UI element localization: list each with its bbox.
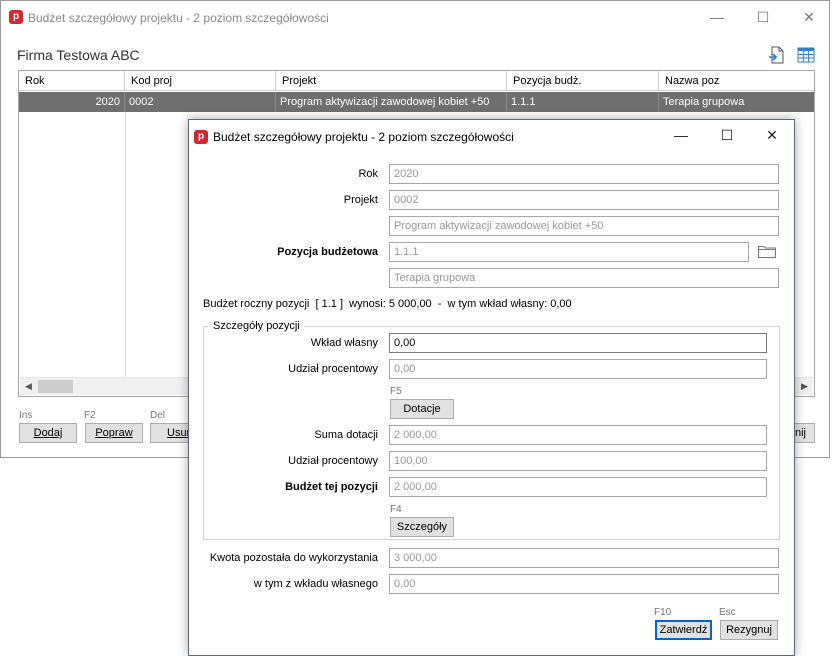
details-group-title: Szczegóły pozycji <box>209 320 304 332</box>
column-divider <box>125 112 126 378</box>
column-header-pozycja[interactable]: Pozycja budż. <box>507 71 659 91</box>
hint-esc: Esc <box>719 607 736 618</box>
projekt-code-field[interactable]: 0002 <box>389 190 779 210</box>
scroll-thumb[interactable] <box>38 380 73 393</box>
wklad-wlasny-label: w tym z wkładu własnego <box>253 578 378 590</box>
column-header-nazwa-poz[interactable]: Nazwa poz <box>659 71 814 91</box>
wklad-input[interactable]: 0,00 <box>389 333 767 353</box>
suma-field[interactable]: 2 000,00 <box>389 425 767 445</box>
dialog-minimize-button[interactable]: — <box>659 123 703 147</box>
dotacje-button-label: Dotacje <box>403 403 441 415</box>
cell-nazwa: Terapia grupowa <box>663 96 745 108</box>
szczegoly-button-label: Szczegóły <box>396 521 448 533</box>
pozycja-field[interactable]: 1.1.1 <box>389 242 749 262</box>
firm-name: Firma Testowa ABC <box>17 47 140 63</box>
resign-button[interactable]: Rezygnuj <box>720 620 778 640</box>
main-maximize-button[interactable]: ☐ <box>743 5 783 29</box>
hint-ins: Ins <box>19 410 33 421</box>
confirm-button[interactable]: Zatwierdź <box>655 620 712 640</box>
projekt-label: Projekt <box>343 194 378 206</box>
column-header-kod-proj[interactable]: Kod proj <box>125 71 276 91</box>
hint-f5: F5 <box>390 386 402 397</box>
udzial2-field[interactable]: 100,00 <box>389 451 767 471</box>
edit-button-label: Popraw <box>95 427 133 439</box>
dialog-title: Budżet szczegółowy projektu - 2 poziom s… <box>213 130 514 144</box>
projekt-name-field[interactable]: Program aktywizacji zawodowej kobiet +50 <box>389 216 779 236</box>
column-header-rok[interactable]: Rok <box>19 71 125 91</box>
budzet-field[interactable]: 2 000,00 <box>389 477 767 497</box>
cell-pozycja: 1.1.1 <box>507 92 659 112</box>
dialog-maximize-button[interactable]: ☐ <box>705 123 749 147</box>
suma-label: Suma dotacji <box>314 429 378 441</box>
kwota-label: Kwota pozostała do wykorzystania <box>209 552 378 564</box>
dialog-close-button[interactable]: ✕ <box>750 123 794 147</box>
budzet-label: Budżet tej pozycji <box>285 481 378 493</box>
cancel-button-partial-label: nij <box>794 427 806 439</box>
dialog-app-logo-icon: p <box>194 130 208 144</box>
folder-browse-icon[interactable] <box>758 245 776 259</box>
edit-button[interactable]: Popraw <box>85 423 143 443</box>
main-window-title: Budżet szczegółowy projektu - 2 poziom s… <box>28 11 329 25</box>
confirm-button-label: Zatwierdź <box>659 624 708 636</box>
cell-kod: 0002 <box>125 92 276 112</box>
app-logo-icon: p <box>9 10 23 24</box>
wklad-label: Wkład własny <box>310 337 378 349</box>
cell-projekt: Program aktywizacji zawodowej kobiet +50 <box>276 92 507 112</box>
udzial1-label: Udział procentowy <box>288 363 378 375</box>
wklad-wlasny-field[interactable]: 0,00 <box>389 574 779 594</box>
main-titlebar[interactable]: p Budżet szczegółowy projektu - 2 poziom… <box>1 1 829 33</box>
udzial1-field[interactable]: 0,00 <box>389 359 767 379</box>
add-button[interactable]: Dodaj <box>19 423 77 443</box>
scroll-right-icon[interactable]: ▶ <box>796 378 813 395</box>
kwota-field[interactable]: 3 000,00 <box>389 548 779 568</box>
hint-del: Del <box>150 410 166 421</box>
resign-button-label: Rezygnuj <box>726 624 772 636</box>
hint-f10: F10 <box>654 607 672 618</box>
pozycja-label: Pozycja budżetowa <box>277 246 378 258</box>
hint-f2: F2 <box>84 410 96 421</box>
position-dialog: p Budżet szczegółowy projektu - 2 poziom… <box>188 119 795 656</box>
column-header-projekt[interactable]: Projekt <box>276 71 507 91</box>
rok-label: Rok <box>358 168 378 180</box>
budget-info-text: Budżet roczny pozycji [ 1.1 ] wynosi: 5 … <box>203 298 572 310</box>
main-minimize-button[interactable]: — <box>697 5 737 29</box>
table-view-icon[interactable] <box>797 46 815 64</box>
main-close-button[interactable]: ✕ <box>789 5 829 29</box>
rok-field[interactable]: 2020 <box>389 164 779 184</box>
hint-f4: F4 <box>390 504 402 515</box>
szczegoly-button[interactable]: Szczegóły <box>390 517 454 537</box>
cell-rok: 2020 <box>19 92 125 112</box>
table-row[interactable]: 2020 0002 Program aktywizacji zawodowej … <box>19 92 814 112</box>
add-button-label: Dodaj <box>33 427 63 439</box>
scroll-left-icon[interactable]: ◀ <box>20 378 37 395</box>
udzial2-label: Udział procentowy <box>288 455 378 467</box>
pozycja-name-field[interactable]: Terapia grupowa <box>389 268 779 288</box>
export-document-icon[interactable] <box>768 46 786 64</box>
dotacje-button[interactable]: Dotacje <box>390 399 454 419</box>
dialog-titlebar[interactable]: p Budżet szczegółowy projektu - 2 poziom… <box>189 120 794 150</box>
